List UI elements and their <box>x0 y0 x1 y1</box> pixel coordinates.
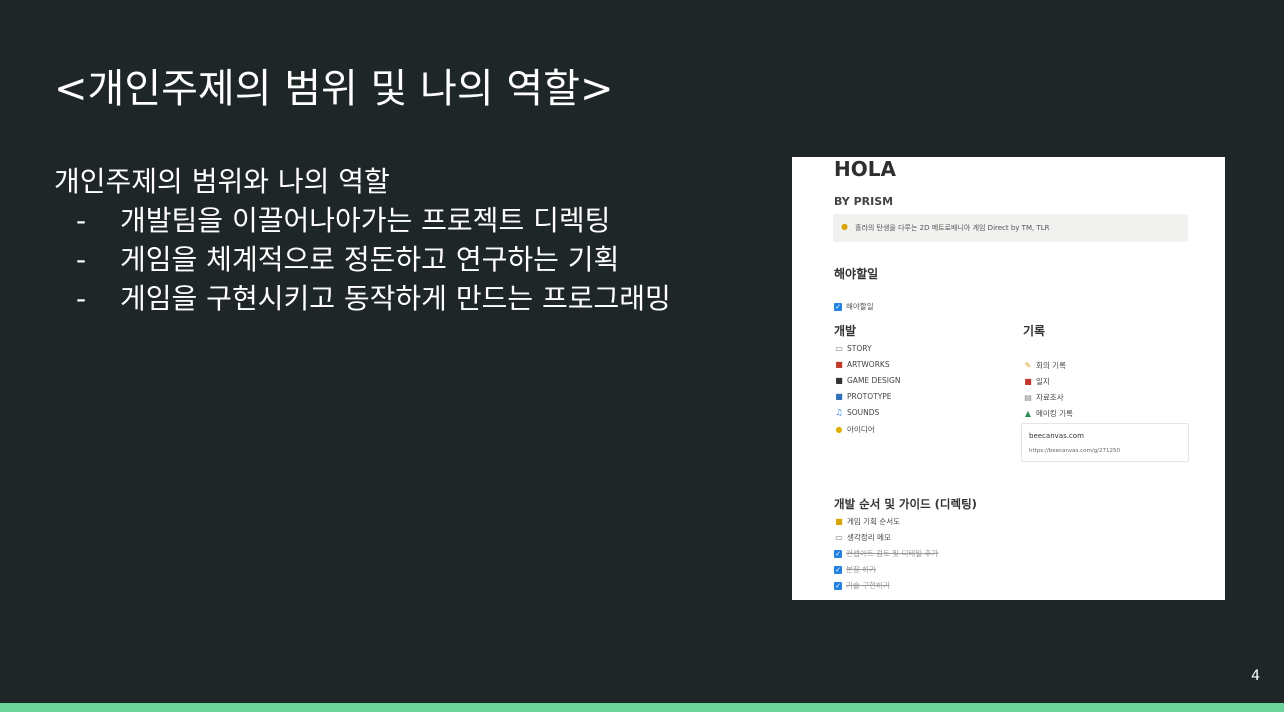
lightbulb-icon: ● <box>835 425 843 434</box>
page-link-ideas[interactable]: ● 아이디어 <box>834 424 875 435</box>
done-todo-item[interactable]: ✓ 기술 구현하기 <box>834 580 890 591</box>
todo-item[interactable]: ✓ 해야할일 <box>834 301 874 312</box>
page-link-label: 자료조사 <box>1036 393 1064 402</box>
page-link-label: ARTWORKS <box>847 360 890 369</box>
page-link-game-design[interactable]: ■ GAME DESIGN <box>834 376 900 385</box>
checkbox-icon[interactable]: ✓ <box>834 566 842 574</box>
done-todo-item[interactable]: ✓ 분장 하기 <box>834 564 876 575</box>
done-todo-label: 분장 하기 <box>846 565 876 574</box>
done-todo-label: 컨셉아트 검토 및 디테일 추가 <box>846 549 939 558</box>
archive-icon: ▤ <box>1024 393 1032 402</box>
page-link-sounds[interactable]: ♫ SOUNDS <box>834 408 879 417</box>
records-heading: 기록 <box>1023 324 1046 338</box>
notebook-icon: ■ <box>835 517 843 526</box>
callout-block: ● 홀라의 탄생을 다루는 2D 메트로배니아 게임 Direct by TM,… <box>833 214 1188 242</box>
gamepad-icon: ■ <box>835 376 843 385</box>
page-link-label: 메이킹 기록 <box>1036 409 1073 418</box>
page-icon: ▭ <box>835 533 843 542</box>
page-link-label: STORY <box>847 344 872 353</box>
page-link-artworks[interactable]: ■ ARTWORKS <box>834 360 890 369</box>
accent-bar <box>0 703 1284 712</box>
page-link-making[interactable]: ▲ 메이킹 기록 <box>1023 408 1073 419</box>
checkbox-icon[interactable]: ✓ <box>834 550 842 558</box>
page-link-research[interactable]: ▤ 자료조사 <box>1023 392 1064 403</box>
monitor-icon: ■ <box>835 392 843 401</box>
slide-title: <개인주제의 범위 및 나의 역할> <box>54 66 614 112</box>
bullet-list: 개발팀을 이끌어나아가는 프로젝트 디렉팅 게임을 체계적으로 정돈하고 연구하… <box>54 201 671 318</box>
page-link-label: 게임 기획 순서도 <box>847 517 901 526</box>
books-icon: ■ <box>1024 377 1032 386</box>
notion-page-title: HOLA <box>834 157 896 181</box>
bookmark-card[interactable]: beecanvas.com https://beecanvas.com/g/27… <box>1021 423 1189 462</box>
page-link-journal[interactable]: ■ 일지 <box>1023 376 1050 387</box>
dev-heading: 개발 <box>834 324 857 338</box>
page-link-memo[interactable]: ▭ 생각정리 메모 <box>834 532 891 543</box>
bookmark-title: beecanvas.com <box>1029 432 1084 440</box>
bullet-item: 게임을 구현시키고 동작하게 만드는 프로그래밍 <box>54 279 671 318</box>
bullet-item: 게임을 체계적으로 정돈하고 연구하는 기획 <box>54 240 671 279</box>
notion-page-subtitle: BY PRISM <box>834 195 894 208</box>
books-icon: ■ <box>835 360 843 369</box>
music-icon: ♫ <box>835 408 843 417</box>
page-link-meetings[interactable]: ✎ 회의 기록 <box>1023 360 1066 371</box>
bullet-item: 개발팀을 이끌어나아가는 프로젝트 디렉팅 <box>54 201 671 240</box>
page-link-story[interactable]: ▭ STORY <box>834 344 872 353</box>
chart-icon: ▲ <box>1024 409 1032 418</box>
bookmark-url: https://beecanvas.com/g/271250 <box>1029 448 1121 454</box>
body-heading: 개인주제의 범위와 나의 역할 <box>54 165 390 198</box>
todo-label: 해야할일 <box>846 302 874 311</box>
checkbox-icon[interactable]: ✓ <box>834 303 842 311</box>
page-link-game-plan[interactable]: ■ 게임 기획 순서도 <box>834 516 900 527</box>
page-link-label: 생각정리 메모 <box>847 533 891 542</box>
page-link-label: 아이디어 <box>847 425 875 434</box>
page-link-label: 일지 <box>1036 377 1050 386</box>
pencil-icon: ✎ <box>1024 361 1032 370</box>
page-icon: ▭ <box>835 344 843 353</box>
callout-text: 홀라의 탄생을 다루는 2D 메트로배니아 게임 Direct by TM, T… <box>855 224 1050 232</box>
notion-screenshot: HOLA BY PRISM ● 홀라의 탄생을 다루는 2D 메트로배니아 게임… <box>792 157 1225 600</box>
page-link-label: 회의 기록 <box>1036 361 1066 370</box>
slide-body: 개인주제의 범위와 나의 역할 개발팀을 이끌어나아가는 프로젝트 디렉팅 게임… <box>54 162 671 318</box>
guide-heading: 개발 순서 및 가이드 (디렉팅) <box>834 497 977 511</box>
done-todo-item[interactable]: ✓ 컨셉아트 검토 및 디테일 추가 <box>834 548 938 559</box>
done-todo-label: 기술 구현하기 <box>846 581 890 590</box>
page-link-label: SOUNDS <box>847 408 880 417</box>
todo-heading: 해야할일 <box>834 267 879 281</box>
page-link-label: GAME DESIGN <box>847 376 901 385</box>
page-link-prototype[interactable]: ■ PROTOTYPE <box>834 392 892 401</box>
checkbox-icon[interactable]: ✓ <box>834 582 842 590</box>
lightbulb-icon: ● <box>841 222 848 231</box>
page-number: 4 <box>1251 668 1260 684</box>
page-link-label: PROTOTYPE <box>847 392 892 401</box>
